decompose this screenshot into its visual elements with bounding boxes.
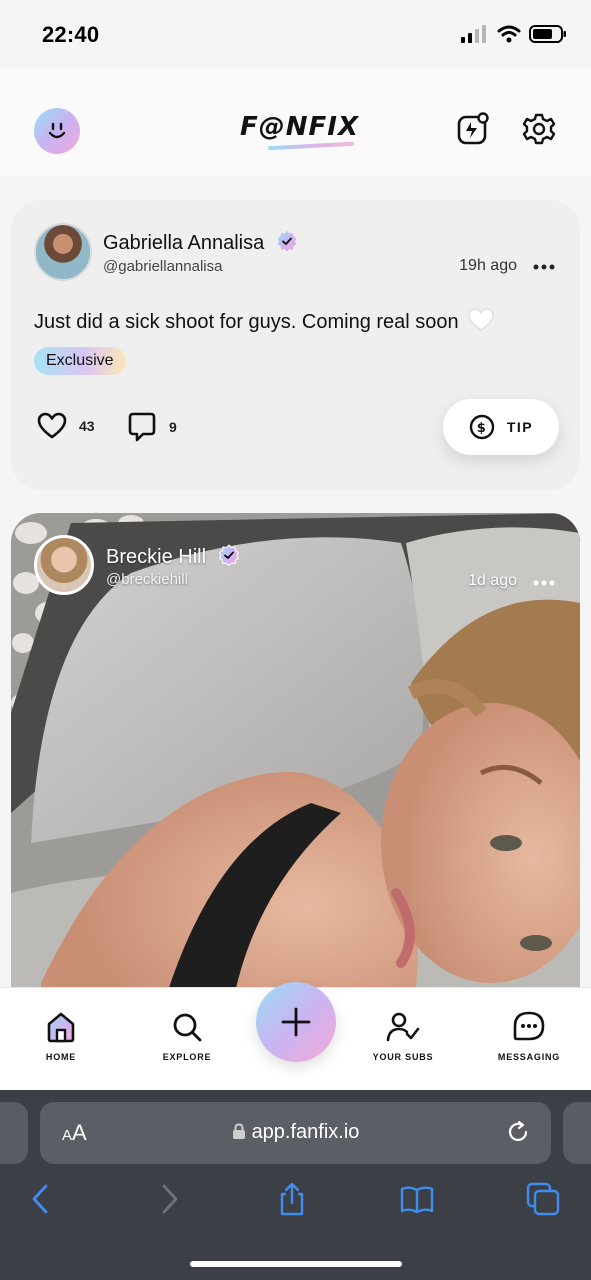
comment-button[interactable]: 9 — [127, 412, 177, 442]
post-time: 1d ago — [468, 572, 517, 589]
author-name-row[interactable]: Breckie Hill — [106, 544, 240, 569]
url-text: app.fanfix.io — [251, 1121, 360, 1143]
verified-badge-icon — [277, 231, 297, 252]
more-options-icon[interactable] — [533, 264, 555, 270]
user-check-icon — [386, 1012, 420, 1042]
nav-messaging-label: MESSAGING — [497, 1052, 561, 1062]
author-avatar[interactable] — [34, 535, 94, 595]
search-icon — [173, 1013, 202, 1042]
plus-icon — [281, 1007, 311, 1037]
author-avatar[interactable] — [34, 223, 92, 281]
author-name: Gabriella Annalisa — [103, 232, 265, 254]
author-name: Breckie Hill — [106, 546, 207, 568]
post-card[interactable]: Gabriella Annalisa @gabriellannalisa 19h… — [11, 200, 580, 490]
post-text: Just did a sick shoot for guys. Coming r… — [34, 311, 459, 333]
media-post-card[interactable]: Breckie Hill @breckiehill 1d ago — [11, 513, 580, 1013]
smiley-icon — [48, 122, 66, 139]
signal-icon — [461, 25, 486, 43]
nav-explore[interactable]: EXPLORE — [132, 1010, 242, 1062]
white-heart-emoji-icon — [468, 308, 494, 331]
nav-explore-label: EXPLORE — [162, 1052, 212, 1062]
back-icon[interactable] — [24, 1182, 58, 1216]
nav-home-label: HOME — [45, 1052, 77, 1062]
status-bar: 22:40 — [0, 0, 591, 68]
post-text-row: Just did a sick shoot for guys. Coming r… — [34, 308, 494, 334]
home-icon — [47, 1012, 75, 1043]
exclusive-badge: Exclusive — [34, 347, 126, 375]
address-bar[interactable]: AA app.fanfix.io — [40, 1102, 551, 1164]
nav-home[interactable]: HOME — [6, 1010, 116, 1062]
battery-icon — [529, 25, 566, 43]
nav-your-subs-label: YOUR SUBS — [372, 1052, 434, 1062]
tabs-icon[interactable] — [526, 1182, 560, 1216]
bookmarks-icon[interactable] — [400, 1182, 434, 1216]
svg-text:$: $ — [477, 421, 488, 436]
settings-gear-icon[interactable] — [522, 112, 556, 146]
nav-messaging[interactable]: MESSAGING — [474, 1010, 584, 1062]
forward-icon[interactable] — [152, 1182, 186, 1216]
status-time: 22:40 — [42, 22, 100, 47]
comment-count: 9 — [169, 419, 177, 435]
share-icon[interactable] — [275, 1182, 309, 1216]
home-indicator[interactable] — [190, 1261, 402, 1267]
app-header: F@NFIX — [0, 68, 591, 176]
logo-underline — [267, 141, 355, 151]
nav-your-subs[interactable]: YOUR SUBS — [348, 1010, 458, 1062]
status-icons — [461, 24, 567, 44]
heart-icon — [37, 412, 67, 439]
post-time: 19h ago — [459, 257, 517, 274]
message-icon — [513, 1011, 545, 1041]
lock-icon — [232, 1123, 245, 1139]
more-options-icon[interactable] — [533, 580, 555, 586]
tip-button[interactable]: $ TIP — [443, 399, 559, 455]
like-button[interactable]: 43 — [37, 412, 95, 440]
tip-label: TIP — [506, 419, 534, 435]
like-count: 43 — [79, 418, 95, 434]
next-tab-peek[interactable] — [563, 1102, 591, 1164]
previous-tab-peek[interactable] — [0, 1102, 28, 1164]
comment-icon — [128, 412, 156, 442]
fanfix-logo[interactable]: F@NFIX — [240, 112, 359, 142]
profile-avatar-button[interactable] — [34, 108, 80, 154]
author-handle: @gabriellannalisa — [103, 258, 223, 275]
boost-icon[interactable] — [456, 112, 490, 146]
browser-toolbar: AA app.fanfix.io — [0, 1090, 591, 1280]
wifi-icon — [497, 25, 521, 43]
create-post-button[interactable] — [256, 982, 336, 1062]
author-handle: @breckiehill — [106, 571, 188, 588]
reload-icon[interactable] — [505, 1119, 531, 1145]
dollar-coin-icon: $ — [469, 414, 495, 440]
author-name-row[interactable]: Gabriella Annalisa — [103, 230, 298, 255]
url-row[interactable]: app.fanfix.io — [40, 1121, 551, 1144]
bottom-navigation: HOME EXPLORE YOUR SUBS MESSAGING — [0, 982, 591, 1090]
verified-badge-icon — [218, 544, 239, 566]
